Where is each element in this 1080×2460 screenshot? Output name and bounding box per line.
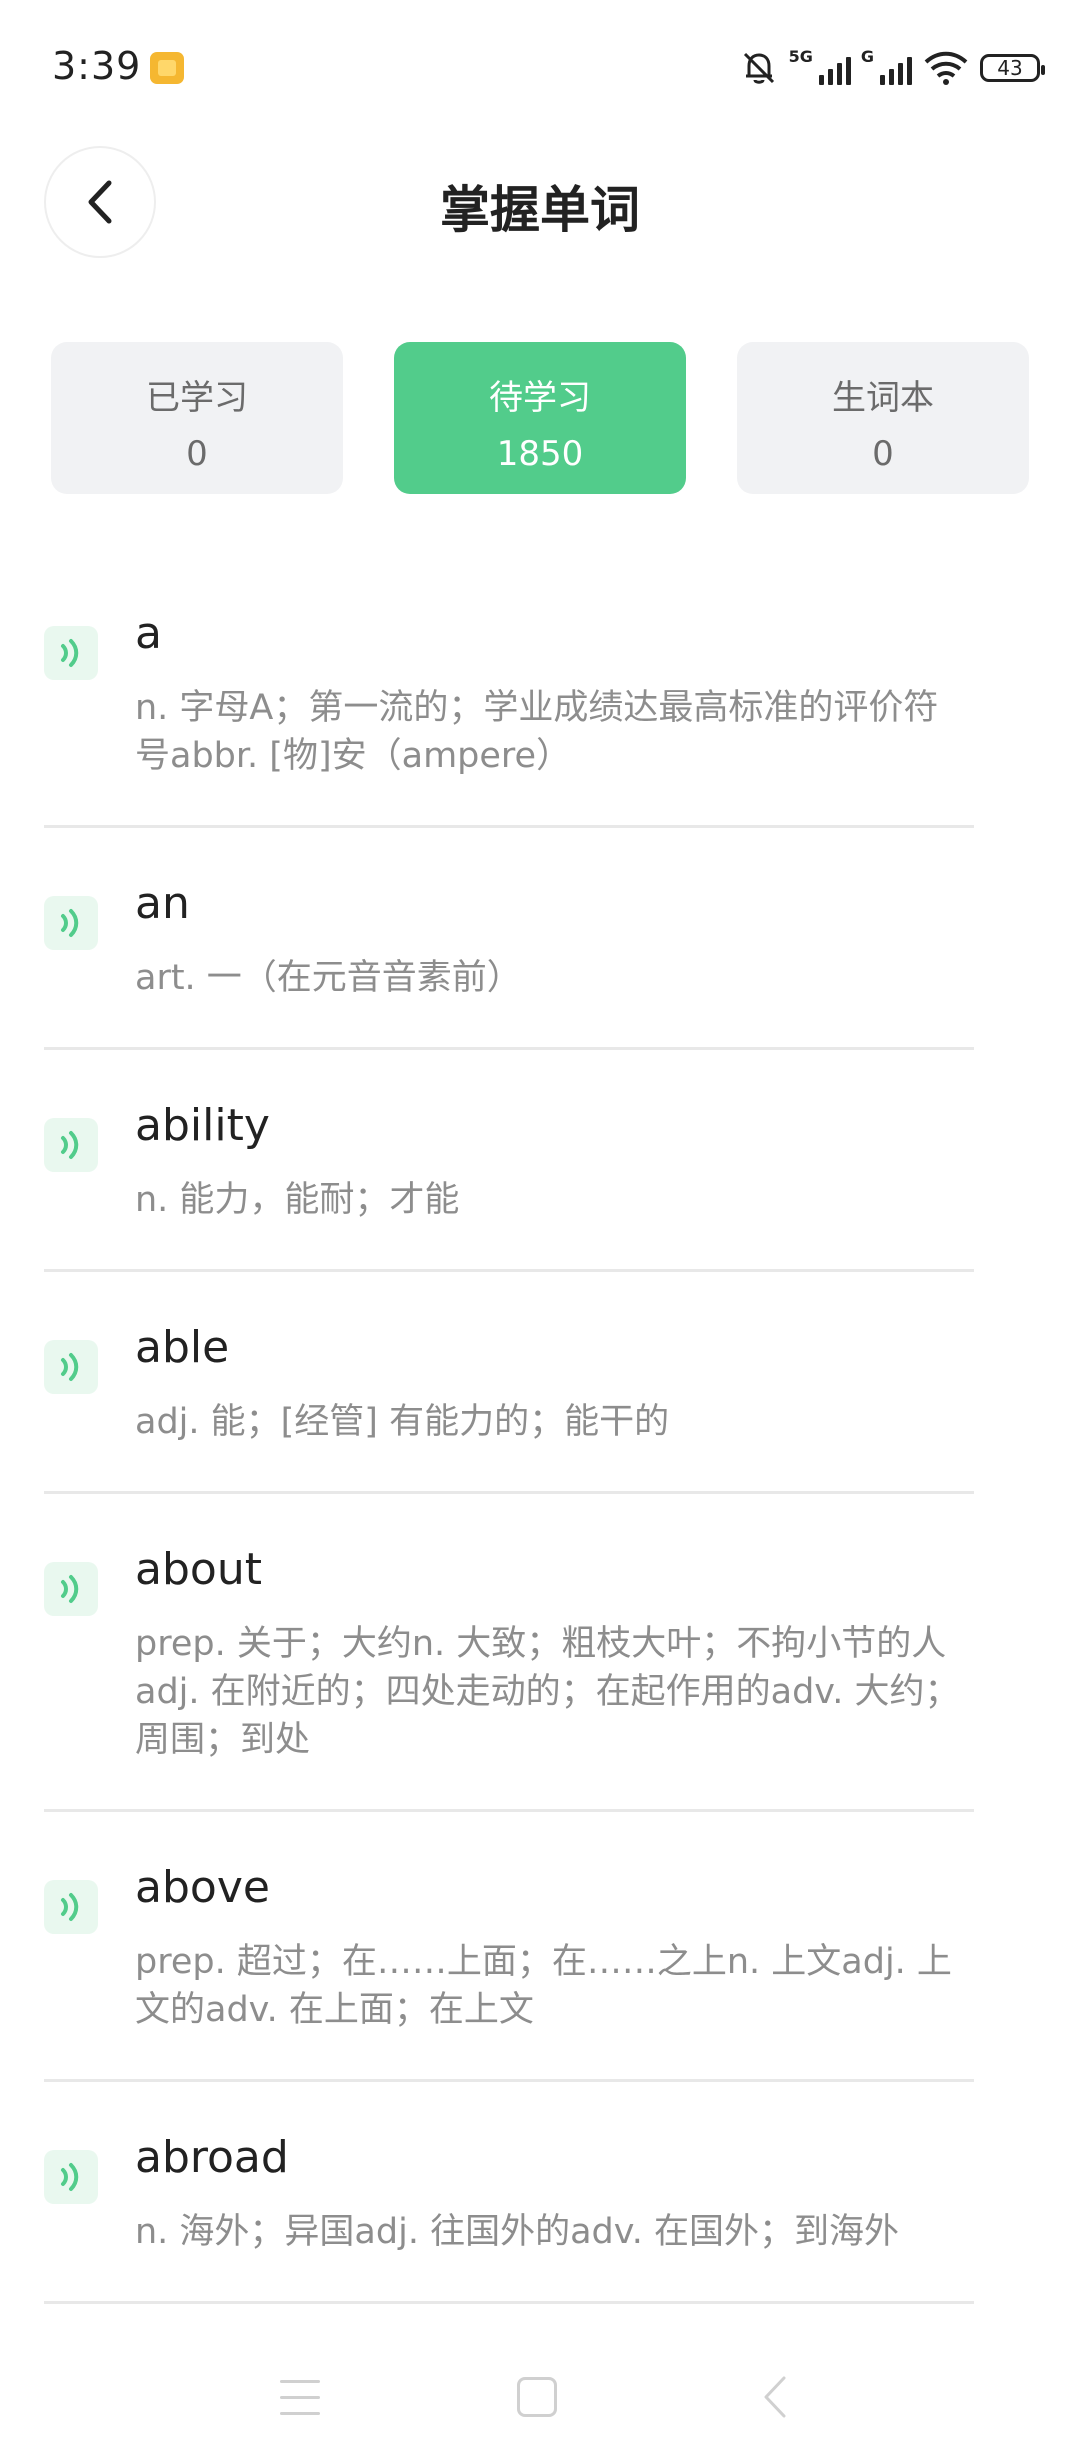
speaker-button[interactable] [44,1562,98,1616]
word-meaning: art. 一（在元音音素前） [135,958,522,998]
signal-icon-2 [880,51,912,85]
word-list-item[interactable]: an art. 一（在元音音素前） [44,828,974,1050]
sound-wave-icon [61,2163,79,2191]
word-text: above [135,1862,270,1913]
word-text: a [135,608,162,659]
word-meaning: n. 能力，能耐；才能 [135,1180,460,1220]
battery-level: 43 [997,56,1023,80]
speaker-button[interactable] [44,1340,98,1394]
tab-count: 1850 [496,434,584,474]
speaker-button[interactable] [44,626,98,680]
word-meaning: prep. 关于；大约n. 大致；粗枝大叶；不拘小节的人 adj. 在附近的；四… [135,1624,960,1760]
word-text: ability [135,1100,270,1151]
speaker-button[interactable] [44,896,98,950]
word-list-item[interactable]: able adj. 能；[经管] 有能力的；能干的 [44,1272,974,1494]
status-time: 3:39 [52,44,142,88]
word-text: an [135,878,190,929]
category-tabs: 已学习 0 待学习 1850 生词本 0 [51,342,1029,494]
tab-label: 待学习 [489,378,591,418]
page-title: 掌握单词 [440,181,640,239]
tab-to-learn[interactable]: 待学习 1850 [394,342,686,494]
network-type-label-2: G [860,46,874,66]
sound-wave-icon [61,1131,79,1159]
sound-wave-icon [61,1893,79,1921]
word-list-item[interactable]: about prep. 关于；大约n. 大致；粗枝大叶；不拘小节的人 adj. … [44,1494,974,1812]
word-list-item[interactable]: ability n. 能力，能耐；才能 [44,1050,974,1272]
signal-icon [818,51,851,85]
speaker-button[interactable] [44,1880,98,1934]
tab-learned[interactable]: 已学习 0 [51,342,343,494]
bell-off-icon [743,52,774,84]
tab-label: 生词本 [832,378,934,418]
tab-count: 0 [186,434,208,474]
speaker-button[interactable] [44,2150,98,2204]
menu-nav-button[interactable] [280,2380,320,2418]
back-nav-icon[interactable] [760,2374,790,2420]
word-text: abroad [135,2132,289,2183]
menu-line [280,2396,320,2399]
word-text: about [135,1544,262,1595]
word-list-item[interactable]: abroad n. 海外；异国adj. 往国外的adv. 在国外；到海外 [44,2082,974,2304]
word-meaning: n. 字母A；第一流的；学业成绩达最高标准的评价符 号abbr. [物]安（am… [135,688,939,776]
network-type-label: 5G [788,46,813,66]
status-bar: 3:39 5G G 43 [0,0,1080,140]
battery-icon: 43 [980,54,1045,82]
sound-wave-icon [61,909,79,937]
tab-label: 已学习 [146,378,248,418]
menu-line [280,2412,320,2415]
home-nav-button[interactable] [517,2377,557,2417]
system-nav-bar [0,2340,1080,2460]
word-list-item[interactable]: above prep. 超过；在……上面；在……之上n. 上文adj. 上 文的… [44,1812,974,2082]
speaker-button[interactable] [44,1118,98,1172]
status-icons: 5G G 43 [739,46,1045,90]
tab-vocabulary-book[interactable]: 生词本 0 [737,342,1029,494]
word-list-item[interactable]: a n. 字母A；第一流的；学业成绩达最高标准的评价符 号abbr. [物]安（… [44,586,974,828]
menu-line [280,2380,320,2383]
sound-wave-icon [61,639,79,667]
word-meaning: prep. 超过；在……上面；在……之上n. 上文adj. 上 文的adv. 在… [135,1942,952,2030]
tab-count: 0 [872,434,894,474]
word-meaning: n. 海外；异国adj. 往国外的adv. 在国外；到海外 [135,2212,899,2252]
word-text: able [135,1322,230,1373]
sound-wave-icon [61,1353,79,1381]
sound-wave-icon [61,1575,79,1603]
app-notification-icon [150,52,184,84]
wifi-icon [924,51,968,85]
word-meaning: adj. 能；[经管] 有能力的；能干的 [135,1402,670,1442]
